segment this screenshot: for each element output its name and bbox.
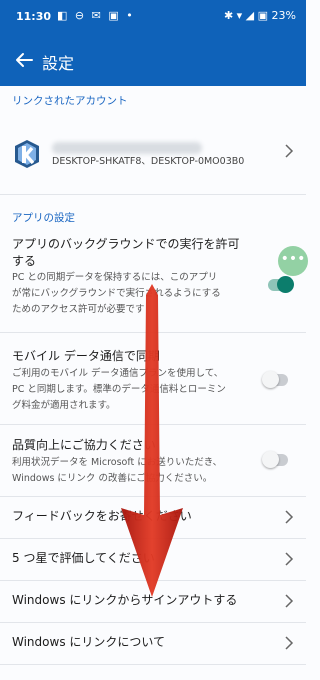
setting-background-title-line2: する xyxy=(12,254,37,268)
setting-mobile-data-desc-line3: グ料金が適用されます。 xyxy=(12,400,116,411)
battery-level: 23% xyxy=(271,9,296,22)
status-time: 11:30 xyxy=(16,10,52,23)
toggle-knob xyxy=(277,276,294,293)
sign-out-link[interactable]: Windows にリンクからサインアウトする xyxy=(0,580,306,622)
divider xyxy=(0,664,306,665)
chevron-right-icon xyxy=(285,144,294,158)
sign-out-label: Windows にリンクからサインアウトする xyxy=(12,593,238,607)
quality-improvement-toggle[interactable] xyxy=(262,451,288,468)
feedback-label: フィードバックをお寄せください xyxy=(12,509,192,523)
setting-background-title-line1: アプリのバックグラウンドでの実行を許可 xyxy=(12,237,240,251)
back-arrow-icon[interactable] xyxy=(12,48,36,72)
setting-background-desc-line1: PC との同期データを保持するには、このアプリ xyxy=(12,272,218,283)
more-options-fab[interactable]: ••• xyxy=(278,246,308,276)
chevron-right-icon xyxy=(285,552,294,566)
chevron-right-icon xyxy=(285,594,294,608)
notification-icons: ◧ ⊖ ✉ ▣ • xyxy=(57,9,135,22)
toggle-knob xyxy=(262,451,279,468)
about-label: Windows にリンクについて xyxy=(12,635,166,649)
setting-mobile-data-desc-line2: PC と同期します。標準のデータ通信料とローミン xyxy=(12,384,226,395)
divider xyxy=(0,332,306,333)
background-execution-toggle[interactable] xyxy=(268,276,294,293)
setting-mobile-data-desc-line1: ご利用のモバイル データ通信プランを使用して、 xyxy=(12,368,224,379)
setting-mobile-data-title: モバイル データ通信で同期 xyxy=(12,349,160,363)
setting-quality-desc-line1: 利用状況データを Microsoft にお送りいただき、 xyxy=(12,457,223,468)
chevron-right-icon xyxy=(285,510,294,524)
rate-app-link[interactable]: 5 つ星で評価してください xyxy=(0,538,306,580)
app-bar: 設定 xyxy=(0,36,306,86)
connectivity-icons: ✱ ▾ ◢ ▣ xyxy=(223,9,269,22)
divider xyxy=(0,424,306,425)
linked-account-row[interactable]: DESKTOP-SHKATF8、DESKTOP-0MO03B0 xyxy=(0,112,306,194)
mobile-data-toggle[interactable] xyxy=(262,371,288,388)
page-title: 設定 xyxy=(42,54,75,73)
divider xyxy=(0,194,306,195)
setting-quality-title: 品質向上にご協力ください xyxy=(12,438,156,452)
chevron-right-icon xyxy=(285,636,294,650)
system-icons: ✱ ▾ ◢ ▣ 23% xyxy=(224,9,296,22)
section-header-linked-accounts: リンクされたアカウント xyxy=(12,95,128,107)
rate-app-label: 5 つ星で評価してください xyxy=(12,551,155,565)
setting-background-desc-line2: が常にバックグラウンドで実行されるようにする xyxy=(12,288,221,299)
setting-background-desc-line3: ためのアクセス許可が必要です xyxy=(12,304,145,315)
setting-quality-desc-line2: Windows にリンク の改善にご協力ください。 xyxy=(12,473,213,484)
about-link[interactable]: Windows にリンクについて xyxy=(0,622,306,664)
account-devices: DESKTOP-SHKATF8、DESKTOP-0MO03B0 xyxy=(52,156,245,167)
status-bar: 11:30 ◧ ⊖ ✉ ▣ • ✱ ▾ ◢ ▣ 23% xyxy=(0,0,306,36)
toggle-knob xyxy=(262,371,279,388)
account-avatar-icon xyxy=(15,140,39,168)
feedback-link[interactable]: フィードバックをお寄せください xyxy=(0,496,306,538)
section-header-app-settings: アプリの設定 xyxy=(12,212,75,224)
